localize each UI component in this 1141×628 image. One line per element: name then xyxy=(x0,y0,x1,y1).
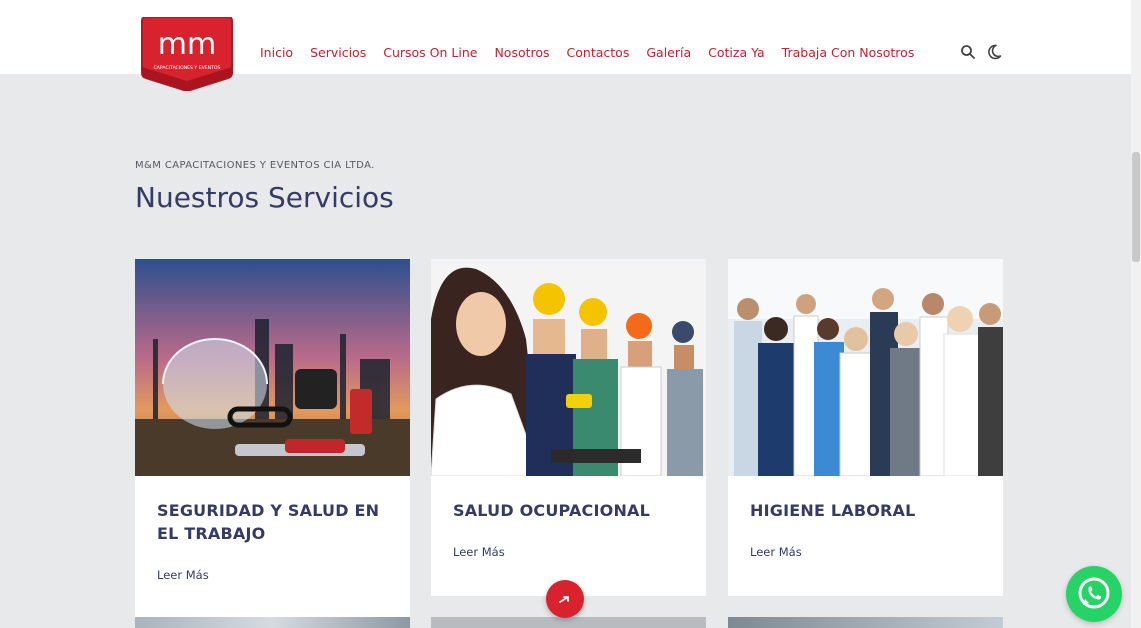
service-card[interactable]: SEGURIDAD Y SALUD EN EL TRABAJO Leer Más xyxy=(135,259,410,619)
card-title: HIGIENE LABORAL xyxy=(750,501,916,520)
service-card[interactable]: HIGIENE LABORAL Leer Más xyxy=(728,259,1003,596)
nav-trabaja-con-nosotros[interactable]: Trabaja Con Nosotros xyxy=(782,45,915,60)
nav-contactos[interactable]: Contactos xyxy=(567,45,630,60)
scrollbar-thumb[interactable] xyxy=(1132,152,1140,262)
read-more-link[interactable]: Leer Más xyxy=(750,545,802,559)
search-icon[interactable] xyxy=(960,44,976,60)
main-nav: Inicio Servicios Cursos On Line Nosotros… xyxy=(260,45,931,60)
card-title: SALUD OCUPACIONAL xyxy=(453,501,651,520)
whatsapp-button[interactable] xyxy=(1066,566,1122,622)
service-image-safety xyxy=(135,259,410,476)
logo-mark: mm xyxy=(158,27,216,62)
nav-icons xyxy=(960,44,1002,60)
scrollbar-track[interactable] xyxy=(1131,0,1141,628)
brand-logo[interactable]: mm CAPACITACIONES Y EVENTOS xyxy=(140,16,234,93)
arrow-up-icon xyxy=(559,596,569,603)
back-to-top-button[interactable] xyxy=(546,580,584,618)
moon-icon[interactable] xyxy=(986,44,1002,60)
service-image-labor-hygiene xyxy=(728,259,1003,476)
service-card-next-image xyxy=(728,617,1003,628)
nav-cursos-online[interactable]: Cursos On Line xyxy=(383,45,477,60)
read-more-link[interactable]: Leer Más xyxy=(157,568,209,582)
section-title: Nuestros Servicios xyxy=(135,181,394,214)
nav-servicios[interactable]: Servicios xyxy=(310,45,366,60)
nav-inicio[interactable]: Inicio xyxy=(260,45,293,60)
whatsapp-icon xyxy=(1078,577,1110,609)
logo-tagline: CAPACITACIONES Y EVENTOS xyxy=(154,65,221,71)
service-image-occupational-health xyxy=(431,259,706,476)
read-more-link[interactable]: Leer Más xyxy=(453,545,505,559)
nav-cotiza-ya[interactable]: Cotiza Ya xyxy=(708,45,765,60)
nav-nosotros[interactable]: Nosotros xyxy=(494,45,549,60)
section-kicker: M&M CAPACITACIONES Y EVENTOS CIA LTDA. xyxy=(135,160,375,171)
nav-galeria[interactable]: Galería xyxy=(646,45,691,60)
service-card-next-image xyxy=(431,617,706,628)
service-card[interactable]: SALUD OCUPACIONAL Leer Más xyxy=(431,259,706,596)
card-title: SEGURIDAD Y SALUD EN EL TRABAJO xyxy=(157,501,380,543)
service-card-next-image xyxy=(135,617,410,628)
